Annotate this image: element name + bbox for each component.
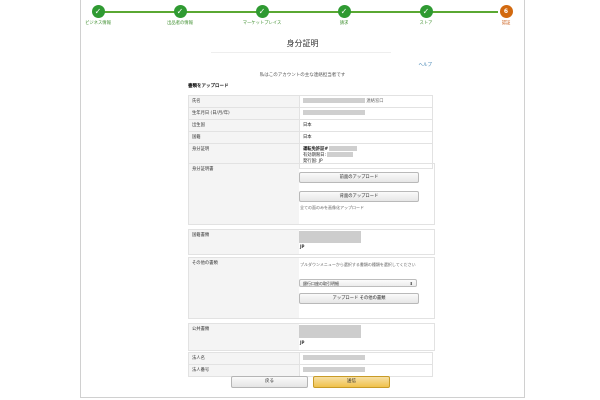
country-code: JP <box>300 244 305 249</box>
step-label: 出品者の情報 <box>167 21 193 26</box>
section-label: その他の書類 <box>189 258 299 318</box>
step-label: 請求 <box>339 21 349 26</box>
row-label: 出生国 <box>188 119 300 132</box>
row-suffix: 連絡窓口 <box>366 99 384 104</box>
redacted-value <box>303 98 365 103</box>
table-row: 生年月日 (日/月/年) <box>188 107 433 120</box>
section-label: 身分証明書 <box>189 164 299 224</box>
step-label: ストア <box>419 21 433 26</box>
row-label: 氏名 <box>188 95 300 108</box>
other-documents-section: その他の書類 プルダウンメニューから選択する書類の種類を選択してください 銀行口… <box>188 257 435 319</box>
registration-frame: ✓ ビジネス情報 ✓ 出品者の情報 ✓ マーケットプレイス ✓ 請求 ✓ ストア… <box>80 0 525 398</box>
public-document-section: 公共書類 JP <box>188 323 435 351</box>
step-marketplace: ✓ マーケットプレイス <box>232 5 292 26</box>
section-label: 国籍書類 <box>189 230 299 254</box>
document-thumbnail <box>299 231 361 243</box>
row-label: 法人番号 <box>188 364 300 377</box>
redacted-value <box>329 146 358 151</box>
checkmark-icon: ✓ <box>419 5 433 18</box>
table-row: 法人番号 <box>188 364 433 377</box>
document-type-select[interactable]: 銀行口座の取引明細 ⬍ <box>299 279 417 287</box>
redacted-value <box>303 367 365 372</box>
table-row: 法人名 <box>188 352 433 365</box>
row-label: 法人名 <box>188 352 300 365</box>
page-title: 身分証明 <box>286 39 319 48</box>
section-heading: 書類をアップロード <box>188 84 229 89</box>
select-arrow-icon: ⬍ <box>409 281 413 286</box>
section-label: 公共書類 <box>189 324 299 350</box>
step-number-badge: 6 <box>499 5 513 18</box>
step-business-info: ✓ ビジネス情報 <box>68 5 128 26</box>
help-link[interactable]: ヘルプ <box>419 62 433 68</box>
step-label: 認証 <box>501 21 511 26</box>
country-code: JP <box>300 340 305 345</box>
table-row: 国籍 日本 <box>188 131 433 144</box>
table-row: 出生国 日本 <box>188 119 433 132</box>
title-divider <box>211 52 391 53</box>
step-verification: 6 認証 <box>476 5 536 26</box>
upload-other-doc-button[interactable]: アップロード その他の書類 <box>299 293 419 304</box>
step-store: ✓ ストア <box>396 5 456 26</box>
row-value <box>299 107 433 120</box>
redacted-value <box>303 355 365 360</box>
step-label: ビジネス情報 <box>85 21 111 26</box>
checkmark-icon: ✓ <box>91 5 105 18</box>
table-row: 氏名 連絡窓口 <box>188 95 433 108</box>
submit-button[interactable]: 送信 <box>313 376 390 388</box>
row-value: 日本 <box>299 119 433 132</box>
row-value <box>299 352 433 365</box>
other-docs-note: プルダウンメニューから選択する書類の種類を選択してください <box>300 262 416 267</box>
checkmark-icon: ✓ <box>337 5 351 18</box>
personal-info-table: 氏名 連絡窓口 生年月日 (日/月/年) 出生国 日本 国籍 日本 身分証明 運… <box>188 95 433 169</box>
document-thumbnail <box>299 325 361 338</box>
upload-back-button[interactable]: 背面のアップロード <box>299 191 419 202</box>
checkmark-icon: ✓ <box>255 5 269 18</box>
row-label: 国籍 <box>188 131 300 144</box>
page-subtitle: 私はこのアカウントの主な連絡担当者です <box>259 73 346 78</box>
corporate-info-table: 法人名 法人番号 <box>188 352 433 377</box>
redacted-value <box>327 152 354 157</box>
upload-front-button[interactable]: 前面のアップロード <box>299 172 419 183</box>
row-label: 生年月日 (日/月/年) <box>188 107 300 120</box>
progress-stepper: ✓ ビジネス情報 ✓ 出品者の情報 ✓ マーケットプレイス ✓ 請求 ✓ ストア… <box>81 0 524 34</box>
checkmark-icon: ✓ <box>173 5 187 18</box>
step-billing: ✓ 請求 <box>314 5 374 26</box>
country-document-section: 国籍書類 JP <box>188 229 435 255</box>
row-value <box>299 364 433 377</box>
redacted-value <box>303 110 365 115</box>
row-value: 日本 <box>299 131 433 144</box>
step-seller-info: ✓ 出品者の情報 <box>150 5 210 26</box>
step-label: マーケットプレイス <box>242 21 282 26</box>
select-value: 銀行口座の取引明細 <box>303 281 339 286</box>
upload-note: 全ての面のみを画像化アップロード <box>300 205 364 210</box>
row-value: 連絡窓口 <box>299 95 433 108</box>
id-document-section: 身分証明書 前面のアップロード 背面のアップロード 全ての面のみを画像化アップロ… <box>188 163 435 225</box>
back-button[interactable]: 戻る <box>231 376 308 388</box>
